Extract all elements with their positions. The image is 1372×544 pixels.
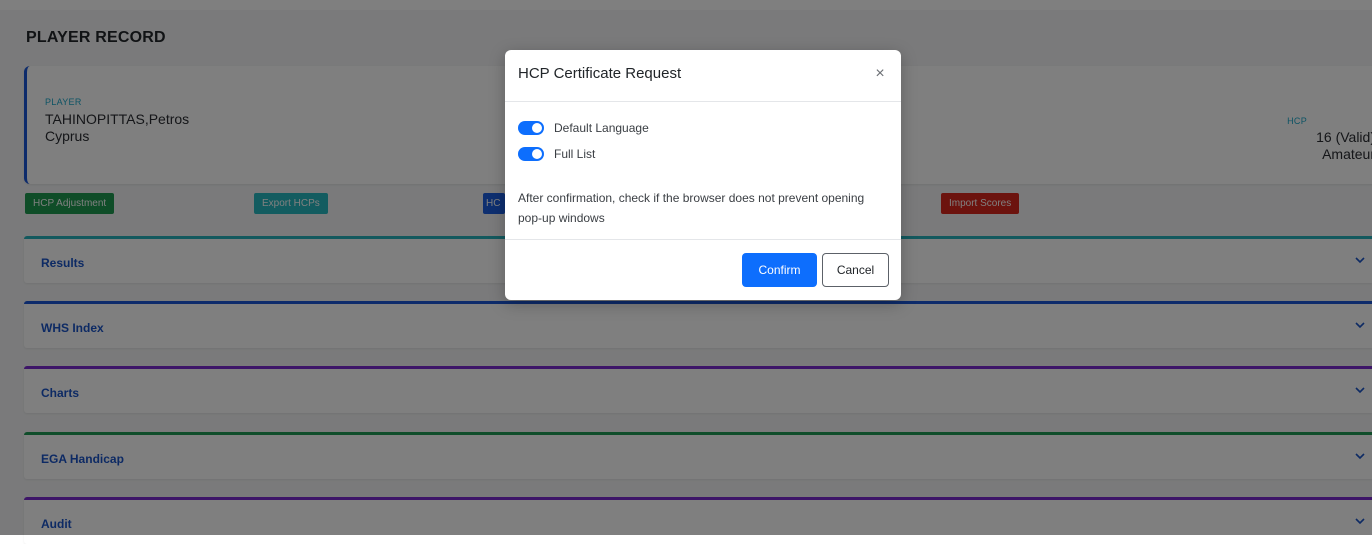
cancel-button[interactable]: Cancel: [822, 253, 889, 287]
switch-knob: [532, 149, 542, 159]
full-list-toggle-row[interactable]: Full List: [518, 145, 595, 163]
default-language-toggle-row[interactable]: Default Language: [518, 119, 649, 137]
modal-title: HCP Certificate Request: [518, 65, 682, 82]
full-list-label: Full List: [554, 147, 596, 161]
switch-knob: [532, 123, 542, 133]
full-list-switch[interactable]: [518, 147, 544, 161]
modal-header: HCP Certificate Request ×: [505, 50, 901, 102]
modal-note: After confirmation, check if the browser…: [518, 191, 865, 225]
confirm-button[interactable]: Confirm: [742, 253, 817, 287]
hcp-certificate-modal: HCP Certificate Request × Default Langua…: [505, 50, 901, 300]
default-language-switch[interactable]: [518, 121, 544, 135]
default-language-label: Default Language: [554, 121, 649, 135]
close-icon: ×: [875, 65, 885, 82]
modal-footer-divider: [505, 239, 901, 240]
close-button[interactable]: ×: [871, 65, 889, 83]
